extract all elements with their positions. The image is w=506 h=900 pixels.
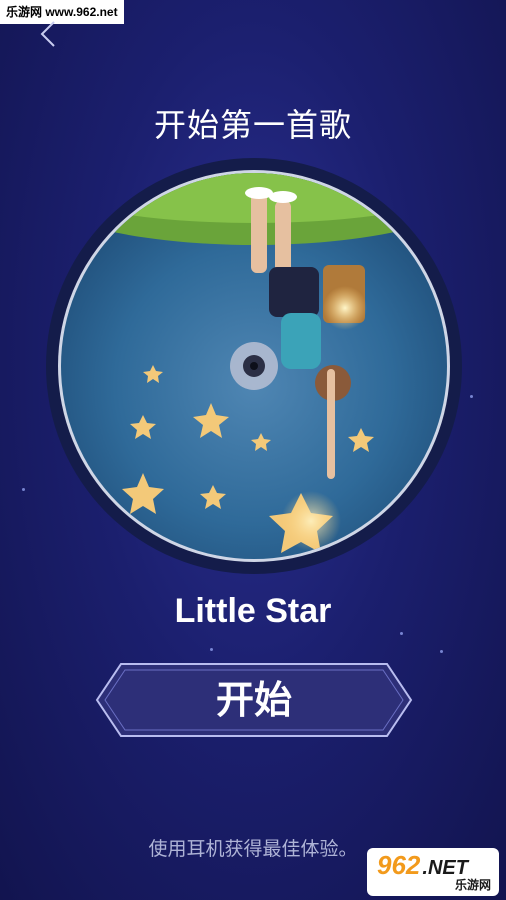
back-button[interactable] <box>34 18 62 50</box>
watermark-logo-subtext: 乐游网 <box>454 878 491 892</box>
album-disc <box>46 158 462 574</box>
watermark-logo-number: 962 <box>377 850 421 880</box>
background-star <box>400 632 403 635</box>
disc-rim <box>58 170 450 562</box>
start-button[interactable]: 开始 <box>95 662 413 738</box>
background-star <box>470 395 473 398</box>
page-title: 开始第一首歌 <box>153 106 352 144</box>
background-star <box>22 488 25 491</box>
song-title: Little Star <box>174 592 332 630</box>
album-art-image <box>61 173 447 559</box>
watermark-logo: 962 .NET 乐游网 <box>367 848 499 896</box>
background-star <box>440 650 443 653</box>
background-star <box>210 648 213 651</box>
chevron-left-icon <box>40 21 55 47</box>
start-button-label: 开始 <box>215 678 292 722</box>
album-art <box>61 173 447 559</box>
